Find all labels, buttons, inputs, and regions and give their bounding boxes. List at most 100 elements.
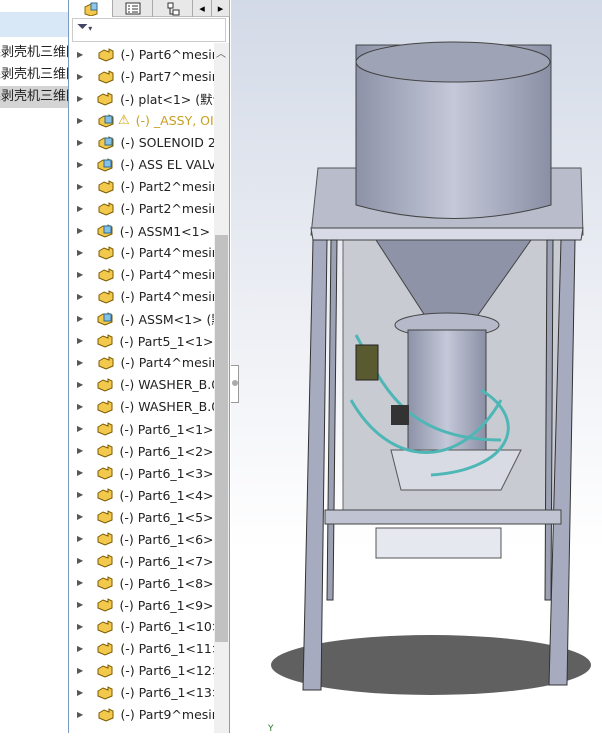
tree-item[interactable]: ▶ (-) Part4^mesin <box>69 351 214 373</box>
expand-arrow-icon[interactable]: ▶ <box>77 622 84 631</box>
feature-manager-panel: ◂ ▸ ⏷▾ ▶ (-) Part6^mesin ▶ (-) Part7^mesin ▶… <box>68 0 230 733</box>
tree-item[interactable]: ▶ (-) Part4^mesin <box>69 241 214 263</box>
tree-filter[interactable]: ⏷▾ <box>72 18 226 42</box>
expand-arrow-icon[interactable]: ▶ <box>77 446 84 455</box>
part-icon <box>96 574 114 590</box>
scroll-up-icon[interactable]: ︿ <box>216 45 226 60</box>
scrollbar-thumb[interactable] <box>215 235 228 642</box>
expand-arrow-icon[interactable]: ▶ <box>77 688 84 697</box>
part-icon <box>96 486 114 502</box>
expand-arrow-icon[interactable]: ▶ <box>77 336 84 345</box>
expand-arrow-icon[interactable]: ▶ <box>77 468 84 477</box>
expand-arrow-icon[interactable]: ▶ <box>77 270 85 279</box>
tree-item-label: (-) Part7^mesin <box>120 68 214 84</box>
expand-arrow-icon[interactable]: ▶ <box>77 644 84 653</box>
file-list-item[interactable]: 果剥壳机三维图 <box>0 42 68 64</box>
tree-item[interactable]: ▶ (-) Part6_1<7> (默 <box>69 549 214 571</box>
tree-item[interactable]: ▶ (-) Part4^mesin <box>69 285 214 307</box>
expand-arrow-icon[interactable]: ▶ <box>77 226 84 235</box>
tree-item[interactable]: ▶ (-) Part6_1<3> (默 <box>69 461 214 483</box>
tree-item[interactable]: ▶ (-) Part6_1<6> (默 <box>69 527 214 549</box>
leg-front-left <box>302 239 328 691</box>
part-icon <box>96 640 114 656</box>
tree-item-label: (-) Part6_1<3> (默 <box>119 465 214 481</box>
expand-arrow-icon[interactable]: ▶ <box>77 490 84 499</box>
tree-item[interactable]: ▶ (-) Part6_1<13> <box>69 681 214 703</box>
expand-arrow-icon[interactable]: ▶ <box>77 578 84 587</box>
expand-arrow-icon[interactable]: ▶ <box>77 424 84 433</box>
tab-scroll-right[interactable]: ▸ <box>212 0 230 17</box>
expand-arrow-icon[interactable]: ▶ <box>77 534 84 543</box>
tree-item[interactable]: ▶ (-) Part6_1<2> (默 <box>69 439 214 461</box>
tree-item[interactable]: ▶ (-) Part5_1<1> (默 <box>69 329 214 351</box>
tree-item[interactable]: ▶ (-) Part6_1<8> (默 <box>69 571 214 593</box>
expand-arrow-icon[interactable]: ▶ <box>77 138 85 147</box>
expand-arrow-icon[interactable]: ▶ <box>77 358 85 367</box>
tree-item[interactable]: ▶ (-) Part6_1<9> (默 <box>69 593 214 615</box>
tree-item[interactable]: ▶ (-) plat<1> (默认 <box>69 87 214 109</box>
tree-item[interactable]: ▶ (-) Part2^mesin <box>69 197 214 219</box>
expand-arrow-icon[interactable]: ▶ <box>77 292 85 301</box>
tree-item-label: (-) Part6_1<6> (默 <box>119 531 214 547</box>
tree-item-label: (-) Part6_1<5> (默 <box>119 509 214 525</box>
file-list-item[interactable]: 果剥壳机三维图 <box>0 64 68 86</box>
expand-arrow-icon[interactable]: ▶ <box>77 314 84 323</box>
3d-viewport[interactable] <box>231 0 602 733</box>
tree-item[interactable]: ▶ (-) Part6^mesin <box>69 43 214 65</box>
tree-item[interactable]: ▶ (-) Part6_1<12> <box>69 659 214 681</box>
tree-item-label: (-) Part6^mesin <box>120 46 214 62</box>
tree-item[interactable]: ▶ (-) WASHER_B.03 <box>69 395 214 417</box>
tree-item[interactable]: ▶ (-) ASS EL VALVE <box>69 153 214 175</box>
tree-item[interactable]: ▶ (-) Part6_1<10> <box>69 615 214 637</box>
tree-item-label: (-) Part6_1<10> <box>120 618 214 634</box>
tab-scroll-left[interactable]: ◂ <box>193 0 212 17</box>
tree-item[interactable]: ▶ (-) Part6_1<5> (默 <box>69 505 214 527</box>
tree-item[interactable]: ▶ ⚠ (-) _ASSY, OI <box>69 109 214 131</box>
tree-item[interactable]: ▶ (-) Part6_1<11> <box>69 637 214 659</box>
tree-item-label: (-) Part6_1<4> (默 <box>119 487 214 503</box>
part-icon <box>96 596 114 612</box>
panel-collapse-handle[interactable] <box>231 365 239 403</box>
tab-feature-manager[interactable] <box>69 0 113 17</box>
expand-arrow-icon[interactable]: ▶ <box>77 204 85 213</box>
expand-arrow-icon[interactable]: ▶ <box>77 710 85 719</box>
tree-item-label: (-) Part4^mesin <box>120 244 214 260</box>
tree-item-label: (-) ASSM1<1> (默 <box>119 223 214 239</box>
part-icon <box>97 354 115 370</box>
tab-property-manager[interactable] <box>113 0 153 17</box>
expand-arrow-icon[interactable]: ▶ <box>77 556 84 565</box>
tree-scrollbar[interactable]: ︿ <box>214 43 229 733</box>
tree-item[interactable]: ▶ (-) Part2^mesin <box>69 175 214 197</box>
tree-item-label: (-) Part6_1<8> (默 <box>119 575 214 591</box>
tree-item[interactable]: ▶ (-) Part6_1<1> (默 <box>69 417 214 439</box>
part-icon <box>97 178 115 194</box>
expand-arrow-icon[interactable]: ▶ <box>77 94 84 103</box>
tree-item[interactable]: ▶ (-) SOLENOID 2- <box>69 131 214 153</box>
expand-arrow-icon[interactable]: ▶ <box>77 402 84 411</box>
tree-item[interactable]: ▶ (-) ASSM1<1> (默 <box>69 219 214 241</box>
expand-arrow-icon[interactable]: ▶ <box>77 160 84 169</box>
expand-arrow-icon[interactable]: ▶ <box>77 72 85 81</box>
tree-item[interactable]: ▶ (-) Part4^mesin <box>69 263 214 285</box>
expand-arrow-icon[interactable]: ▶ <box>77 116 85 125</box>
tab-configuration-manager[interactable] <box>153 0 193 17</box>
expand-arrow-icon[interactable]: ▶ <box>77 248 85 257</box>
tree-item-label: (-) Part6_1<11> <box>120 640 214 656</box>
file-list-item[interactable]: 果剥壳机三维图 <box>0 86 68 108</box>
expand-arrow-icon[interactable]: ▶ <box>77 182 85 191</box>
tree-item[interactable]: ▶ (-) Part7^mesin <box>69 65 214 87</box>
tree-item[interactable]: ▶ (-) ASSM<1> (默 <box>69 307 214 329</box>
expand-arrow-icon[interactable]: ▶ <box>77 512 84 521</box>
expand-arrow-icon[interactable]: ▶ <box>77 380 84 389</box>
tree-item-label: (-) plat<1> (默认 <box>120 91 214 107</box>
part-icon <box>96 332 114 348</box>
tree-item[interactable]: ▶ (-) Part9^mesin <box>69 703 214 725</box>
tree-item[interactable]: ▶ (-) WASHER_B.03 <box>69 373 214 395</box>
part-icon <box>96 420 114 436</box>
expand-arrow-icon[interactable]: ▶ <box>77 666 84 675</box>
tree-item[interactable]: ▶ (-) Part6_1<4> (默 <box>69 483 214 505</box>
selected-row[interactable] <box>0 12 68 37</box>
expand-arrow-icon[interactable]: ▶ <box>77 600 84 609</box>
expand-arrow-icon[interactable]: ▶ <box>77 50 85 59</box>
part-icon <box>96 464 114 480</box>
